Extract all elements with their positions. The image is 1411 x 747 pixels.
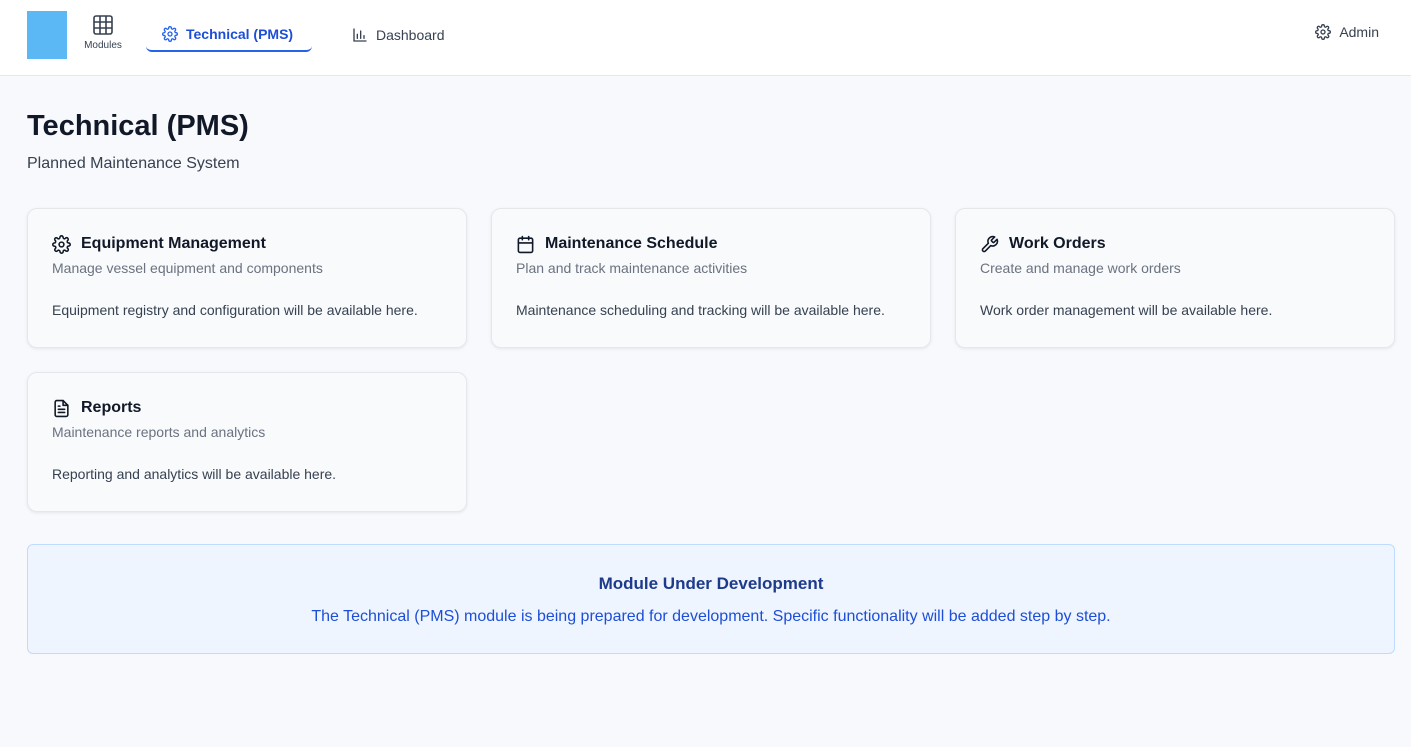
card-reports[interactable]: Reports Maintenance reports and analytic… [27, 372, 467, 512]
tab-label: Dashboard [376, 27, 445, 43]
document-icon [54, 399, 69, 417]
app-logo[interactable] [27, 11, 67, 59]
card-title: Reports [81, 399, 142, 416]
modules-button[interactable]: Modules [80, 14, 126, 58]
development-notice: Module Under Development The Technical (… [27, 544, 1395, 654]
calendar-icon [517, 235, 534, 253]
grid-icon [93, 15, 113, 35]
card-title: Maintenance Schedule [545, 235, 718, 252]
card-description: Plan and track maintenance activities [516, 260, 748, 276]
admin-menu[interactable]: Admin [1315, 24, 1379, 40]
card-title: Equipment Management [81, 235, 266, 252]
admin-label: Admin [1339, 24, 1379, 40]
tab-technical-pms[interactable]: Technical (PMS) [146, 18, 312, 52]
page-subtitle: Planned Maintenance System [27, 155, 240, 172]
wrench-icon [981, 235, 999, 252]
bar-chart-icon [353, 28, 367, 42]
notice-text: The Technical (PMS) module is being prep… [311, 608, 1111, 625]
card-body: Work order management will be available … [980, 302, 1273, 318]
tab-label: Technical (PMS) [186, 26, 294, 42]
gear-icon [162, 26, 178, 42]
card-maintenance-schedule[interactable]: Maintenance Schedule Plan and track main… [491, 208, 931, 348]
card-title: Work Orders [1009, 235, 1106, 252]
page-title: Technical (PMS) [27, 110, 249, 142]
tab-dashboard[interactable]: Dashboard [336, 18, 461, 52]
card-work-orders[interactable]: Work Orders Create and manage work order… [955, 208, 1395, 348]
notice-title: Module Under Development [598, 574, 824, 593]
card-equipment-management[interactable]: Equipment Management Manage vessel equip… [27, 208, 467, 348]
top-navigation-bar: Modules Technical (PMS) Dashboard Admin [0, 0, 1411, 76]
card-description: Create and manage work orders [980, 260, 1181, 276]
card-body: Equipment registry and configuration wil… [52, 302, 418, 318]
card-body: Maintenance scheduling and tracking will… [516, 302, 885, 318]
gear-icon [52, 234, 71, 254]
card-body: Reporting and analytics will be availabl… [52, 466, 337, 482]
card-description: Manage vessel equipment and components [52, 260, 323, 276]
modules-label: Modules [84, 40, 122, 51]
gear-icon [1315, 24, 1332, 40]
card-description: Maintenance reports and analytics [52, 424, 266, 440]
